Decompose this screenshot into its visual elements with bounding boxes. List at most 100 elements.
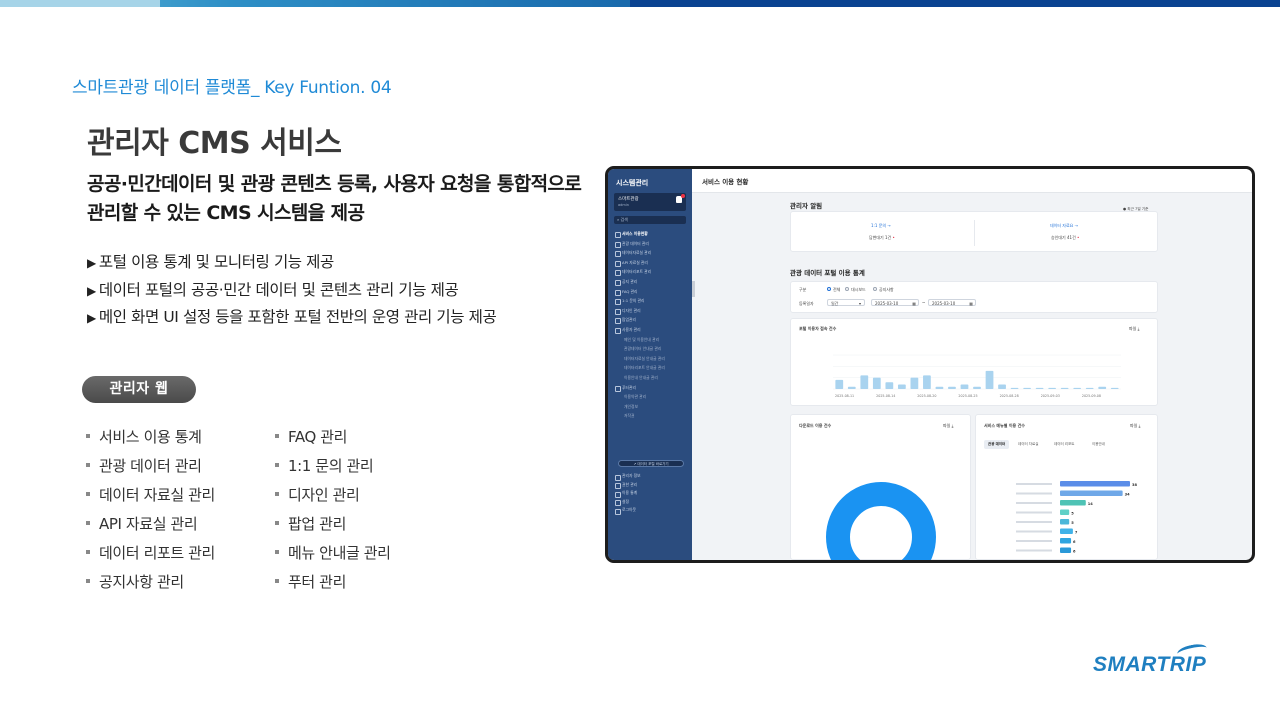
list-item: 관광 데이터 관리	[86, 452, 215, 481]
access-chart-card: 포털 이용자 접속 건수 파일 ⤓ 2025-08-11 2025-08-14 20…	[790, 318, 1158, 406]
admin-web-badge: 관리자 웹	[82, 376, 196, 403]
chart-bar	[1085, 387, 1094, 389]
x-tick-label: 2025-08-20	[917, 394, 936, 398]
chart-bar	[860, 375, 869, 389]
sidebar-item[interactable]: 관광 데이터 관리	[614, 239, 688, 249]
alert-section-title: 관리자 알림	[790, 202, 823, 210]
menu-usage-bar-chart: 38 34 14 5 5 7 6 6	[1016, 481, 1138, 553]
sidebar-item[interactable]: 팝업관리	[614, 315, 688, 325]
list-item: API 자료실 관리	[86, 510, 215, 539]
sidebar-item[interactable]: 데이터리포트 관리	[614, 267, 688, 277]
sidebar-menu: 서비스 이용현황 관광 데이터 관리 데이터자료실 관리 API 자료실 관리 …	[614, 229, 688, 421]
donut-slice	[826, 482, 936, 560]
sidebar-subitem[interactable]: 저작권	[614, 411, 688, 421]
sidebar-item[interactable]: 사용자 관리	[614, 325, 688, 335]
list-item: 공지사항 관리	[86, 568, 215, 597]
sidebar-item[interactable]: 푸터관리	[614, 383, 688, 393]
menu-list-left: 서비스 이용 통계 관광 데이터 관리 데이터 자료실 관리 API 자료실 관…	[86, 423, 215, 597]
sidebar-portal-button[interactable]: ↗ 데이터 포털 바로가기	[618, 460, 684, 467]
chart-bar	[1060, 481, 1130, 487]
download-button[interactable]: 파일 ⤓	[1130, 423, 1140, 429]
chart-bar	[1060, 490, 1123, 496]
feature-list: ▶ 포털 이용 통계 및 모니터링 기능 제공 ▶ 데이터 포털의 공공·민간 데이…	[87, 249, 497, 332]
download-donut-chart	[826, 482, 936, 560]
sidebar-item[interactable]: 1:1 문의 관리	[614, 296, 688, 306]
category-label-placeholder	[1016, 530, 1052, 533]
filter-date-label: 등록일자	[799, 301, 814, 306]
chart-bar	[1060, 509, 1070, 515]
tab-usage-guide[interactable]: 이용안내	[1088, 440, 1109, 449]
sidebar-subitem[interactable]: 데이터리포트 안내글 관리	[614, 363, 688, 373]
sidebar-footer: 관리자 정보 권한 관리 이용 통계 설정 로그아웃	[614, 472, 641, 515]
stats-section-title: 관광 데이터 포털 이용 통계	[790, 269, 865, 277]
sidebar-subitem[interactable]: 이용약관 관리	[614, 392, 688, 402]
sidebar-item[interactable]: 공지 관리	[614, 277, 688, 287]
unit-select[interactable]: 일간 ▾	[827, 299, 865, 306]
sidebar-subitem[interactable]: 개인정보	[614, 402, 688, 412]
x-tick-label: 2025-08-28	[1000, 394, 1019, 398]
chart-bar	[897, 384, 906, 389]
top-accent-bar	[0, 0, 1280, 7]
list-item: 데이터 리포트 관리	[86, 539, 215, 568]
list-item: 서비스 이용 통계	[86, 423, 215, 452]
sidebar-subitem[interactable]: 메인 및 이용안내 관리	[614, 335, 688, 345]
approval-count: 승인대기 41건 •	[1051, 235, 1080, 240]
bar-value-label: 5	[1071, 511, 1074, 515]
chart-bar	[1073, 387, 1082, 389]
menu-usage-card: 서비스 메뉴별 이용 건수 파일 ⤓ 관광 데이터 데이터 자료실 데이터 리포…	[975, 414, 1158, 560]
device-frame: 시스템관리 스마트관광 admin ⌕ 검색 서비스 이용현황 관광 데이터 관리…	[605, 166, 1255, 563]
sidebar-subitem[interactable]: 이용안내 안내글 관리	[614, 373, 688, 383]
chart-bar	[872, 377, 881, 389]
sidebar-item[interactable]: 설정	[614, 498, 641, 507]
scroll-handle[interactable]	[692, 281, 695, 297]
sidebar-item[interactable]: 서비스 이용현황	[614, 229, 688, 239]
filter-type-label: 구분	[799, 287, 807, 292]
category-label-placeholder	[1016, 521, 1052, 523]
list-item: 푸터 관리	[275, 568, 391, 597]
sidebar-subitem[interactable]: 데이터자료실 안내글 관리	[614, 354, 688, 364]
radio-dashboard[interactable]	[845, 287, 849, 291]
chart-bar	[1060, 519, 1070, 525]
sidebar-item[interactable]: 관리자 정보	[614, 472, 641, 481]
section-kicker: 스마트관광 데이터 플랫폼_ Key Funtion. 04	[72, 78, 392, 98]
sidebar-item[interactable]: 권한 관리	[614, 481, 641, 490]
sidebar-item[interactable]: 디자인 관리	[614, 306, 688, 316]
x-tick-label: 2025-09-03	[1041, 394, 1060, 398]
tab-data-room[interactable]: 데이터 자료실	[1014, 440, 1042, 449]
alert-card: 1:1 문의 → 답변대기 1건 • 데이터 자료요 → 승인대기 41건 •	[790, 211, 1158, 252]
date-to-input[interactable]: 2025-03-10 ▦	[928, 299, 976, 306]
data-request-link[interactable]: 데이터 자료요 →	[1050, 223, 1078, 229]
tab-tour-data[interactable]: 관광 데이터	[984, 440, 1010, 449]
sidebar-item[interactable]: 로그아웃	[614, 506, 641, 515]
sidebar-search-input[interactable]: ⌕ 검색	[614, 216, 686, 224]
chart-bar	[1060, 500, 1086, 506]
chart-bar	[985, 370, 994, 389]
radio-label: 공지사항	[879, 287, 894, 292]
download-button[interactable]: 파일 ⤓	[943, 423, 953, 429]
chart-bar	[1060, 528, 1073, 534]
calendar-icon: ▦	[969, 301, 973, 306]
sidebar-item[interactable]: FAQ 관리	[614, 287, 688, 297]
sidebar-item[interactable]: API 자료실 관리	[614, 258, 688, 268]
download-button[interactable]: 파일 ⤓	[1129, 326, 1139, 332]
inquiry-count: 답변대기 1건 •	[869, 235, 895, 240]
x-tick-label: 2025-08-25	[958, 394, 977, 398]
tab-data-report[interactable]: 데이터 리포트	[1050, 440, 1078, 449]
triangle-bullet-icon: ▶	[87, 283, 96, 298]
sidebar-item[interactable]: 이용 통계	[614, 489, 641, 498]
chart-bar	[1098, 386, 1107, 389]
category-label-placeholder	[1016, 511, 1052, 514]
sidebar-subitem[interactable]: 관광데이터 안내글 관리	[614, 344, 688, 354]
sidebar-item[interactable]: 데이터자료실 관리	[614, 248, 688, 258]
date-from-input[interactable]: 2025-03-10 ▦	[871, 299, 919, 306]
radio-all[interactable]	[827, 287, 831, 291]
chart-bar	[1060, 538, 1072, 544]
inquiry-link[interactable]: 1:1 문의 →	[871, 223, 891, 229]
bar-value-label: 34	[1125, 492, 1131, 496]
smartrip-logo: SMARTRIP	[1093, 642, 1208, 677]
menu-list-right: FAQ 관리 1:1 문의 관리 디자인 관리 팝업 관리 메뉴 안내글 관리 …	[275, 423, 391, 597]
chart-bar	[910, 377, 919, 389]
list-item: 데이터 자료실 관리	[86, 481, 215, 510]
list-item: FAQ 관리	[275, 423, 391, 452]
radio-notice[interactable]	[873, 287, 877, 291]
